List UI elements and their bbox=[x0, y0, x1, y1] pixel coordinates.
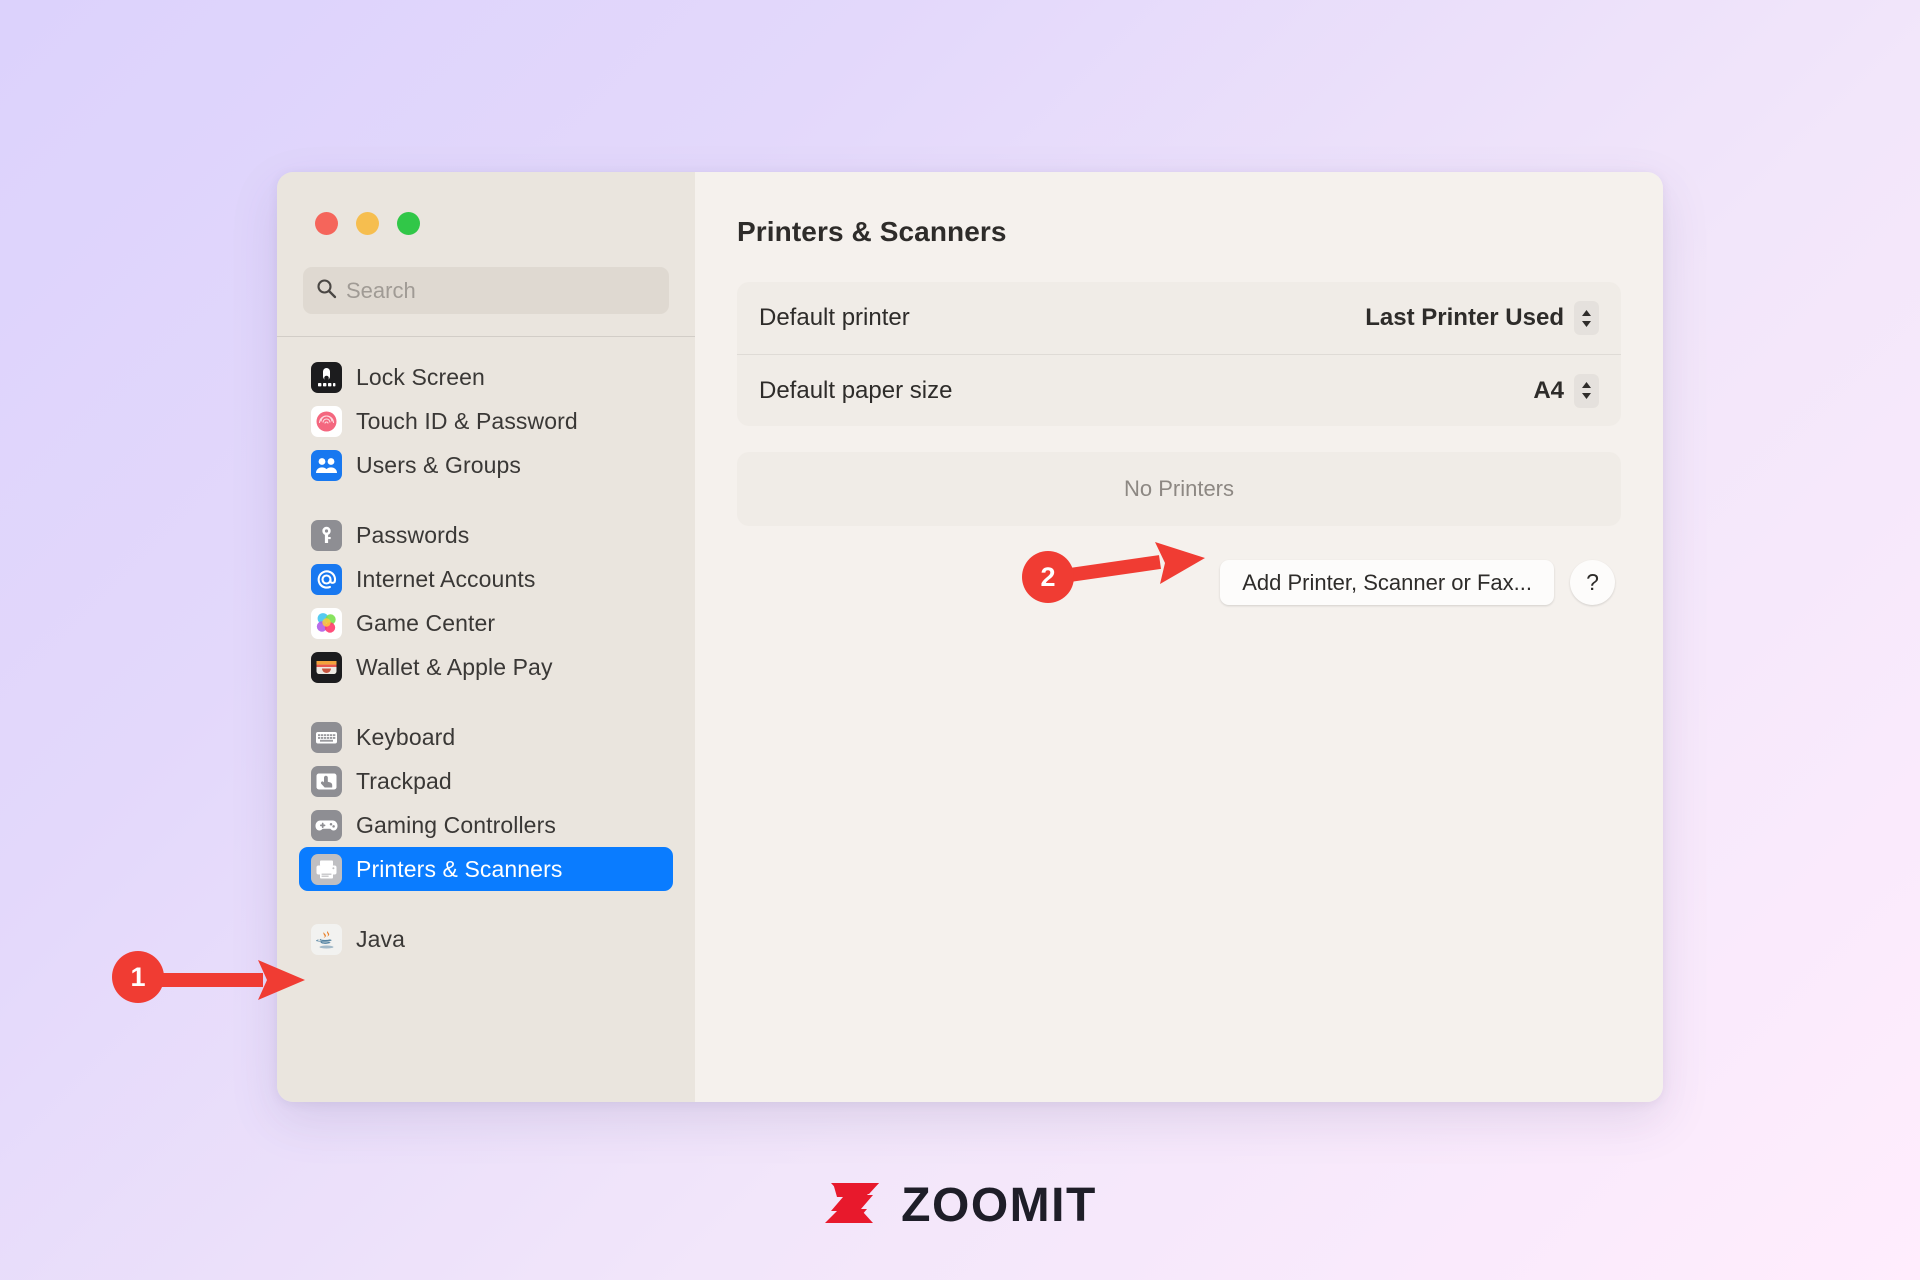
trackpad-icon bbox=[311, 765, 342, 797]
add-printer-button[interactable]: Add Printer, Scanner or Fax... bbox=[1220, 560, 1554, 605]
chevron-updown-icon bbox=[1574, 301, 1599, 335]
search-box[interactable] bbox=[303, 267, 669, 314]
search-input[interactable] bbox=[346, 277, 656, 304]
sidebar-item-touch-id-password[interactable]: Touch ID & Password bbox=[299, 399, 673, 443]
sidebar-item-label: Keyboard bbox=[356, 723, 456, 750]
keyboard-icon bbox=[311, 721, 342, 753]
sidebar-item-label: Game Center bbox=[356, 609, 496, 636]
sidebar-item-label: Touch ID & Password bbox=[356, 407, 578, 434]
zoomit-logo-text: ZOOMIT bbox=[901, 1179, 1097, 1232]
sidebar-item-game-center[interactable]: Game Center bbox=[299, 601, 673, 645]
sidebar-item-gaming-controllers[interactable]: Gaming Controllers bbox=[299, 803, 673, 847]
sidebar-group-2: Passwords Internet Accounts Game Center … bbox=[299, 513, 673, 689]
sidebar-item-label: Users & Groups bbox=[356, 451, 522, 478]
sidebar-item-printers-scanners[interactable]: Printers & Scanners bbox=[299, 847, 673, 891]
search-icon bbox=[316, 278, 337, 304]
sidebar-item-label: Lock Screen bbox=[356, 363, 485, 390]
sidebar-group-3: Keyboard Trackpad Gaming Controllers Pri… bbox=[299, 715, 673, 891]
sidebar-item-label: Java bbox=[356, 925, 405, 952]
sidebar-item-label: Printers & Scanners bbox=[356, 855, 563, 882]
java-icon bbox=[311, 923, 342, 955]
touch-id-icon bbox=[311, 405, 342, 437]
system-settings-window: Lock Screen bbox=[277, 172, 1663, 1102]
printers-list-card: No Printers bbox=[737, 452, 1621, 526]
help-button[interactable]: ? bbox=[1570, 560, 1615, 605]
chevron-updown-icon bbox=[1574, 373, 1599, 408]
annotation-badge-1: 1 bbox=[112, 951, 164, 1003]
sidebar-item-label: Trackpad bbox=[356, 767, 452, 794]
sidebar-item-lock-screen[interactable]: Lock Screen bbox=[299, 355, 673, 399]
printers-empty-row: No Printers bbox=[737, 452, 1621, 526]
sidebar-group-4: Java bbox=[299, 917, 673, 961]
lock-screen-icon bbox=[311, 361, 342, 393]
default-printer-popup[interactable]: Last Printer Used bbox=[1365, 301, 1599, 335]
sidebar: Lock Screen bbox=[277, 172, 695, 1102]
no-printers-text: No Printers bbox=[1123, 476, 1235, 501]
annotation-badge-2: 2 bbox=[1022, 551, 1074, 603]
maximize-button[interactable] bbox=[397, 212, 420, 235]
sidebar-item-passwords[interactable]: Passwords bbox=[299, 513, 673, 557]
close-button[interactable] bbox=[315, 212, 338, 235]
sidebar-item-label: Gaming Controllers bbox=[356, 811, 556, 838]
zoomit-logo-mark bbox=[823, 1175, 885, 1236]
zoomit-branding: ZOOMIT bbox=[0, 1175, 1920, 1236]
search-container bbox=[277, 235, 695, 336]
default-paper-size-label: Default paper size bbox=[759, 376, 953, 404]
page-title: Printers & Scanners bbox=[737, 216, 1007, 247]
passwords-key-icon bbox=[311, 519, 342, 551]
sidebar-nav: Lock Screen Touch ID & Password Users & … bbox=[277, 337, 695, 1102]
sidebar-group-1: Lock Screen Touch ID & Password Users & … bbox=[299, 355, 673, 487]
printer-icon bbox=[311, 853, 342, 885]
window-controls bbox=[277, 172, 695, 235]
default-paper-size-row: Default paper size A4 bbox=[737, 354, 1621, 426]
action-bar: Add Printer, Scanner or Fax... ? bbox=[737, 560, 1621, 605]
sidebar-item-keyboard[interactable]: Keyboard bbox=[299, 715, 673, 759]
main-content: Printers & Scanners Default printer Last… bbox=[695, 172, 1663, 1102]
sidebar-item-label: Internet Accounts bbox=[356, 565, 536, 592]
default-printer-row: Default printer Last Printer Used bbox=[737, 282, 1621, 354]
gamepad-icon bbox=[311, 809, 342, 841]
sidebar-item-label: Wallet & Apple Pay bbox=[356, 653, 553, 680]
default-paper-size-popup[interactable]: A4 bbox=[1533, 373, 1599, 408]
sidebar-item-java[interactable]: Java bbox=[299, 917, 673, 961]
minimize-button[interactable] bbox=[356, 212, 379, 235]
default-printer-label: Default printer bbox=[759, 304, 910, 331]
internet-at-icon bbox=[311, 563, 342, 595]
game-center-icon bbox=[311, 607, 342, 639]
sidebar-item-label: Passwords bbox=[356, 521, 470, 548]
default-settings-card: Default printer Last Printer Used Defaul… bbox=[737, 282, 1621, 426]
users-groups-icon bbox=[311, 449, 342, 481]
sidebar-item-trackpad[interactable]: Trackpad bbox=[299, 759, 673, 803]
sidebar-item-wallet-apple-pay[interactable]: Wallet & Apple Pay bbox=[299, 645, 673, 689]
sidebar-item-users-groups[interactable]: Users & Groups bbox=[299, 443, 673, 487]
sidebar-item-internet-accounts[interactable]: Internet Accounts bbox=[299, 557, 673, 601]
default-paper-size-value: A4 bbox=[1533, 376, 1564, 404]
wallet-icon bbox=[311, 651, 342, 683]
default-printer-value: Last Printer Used bbox=[1365, 304, 1564, 331]
